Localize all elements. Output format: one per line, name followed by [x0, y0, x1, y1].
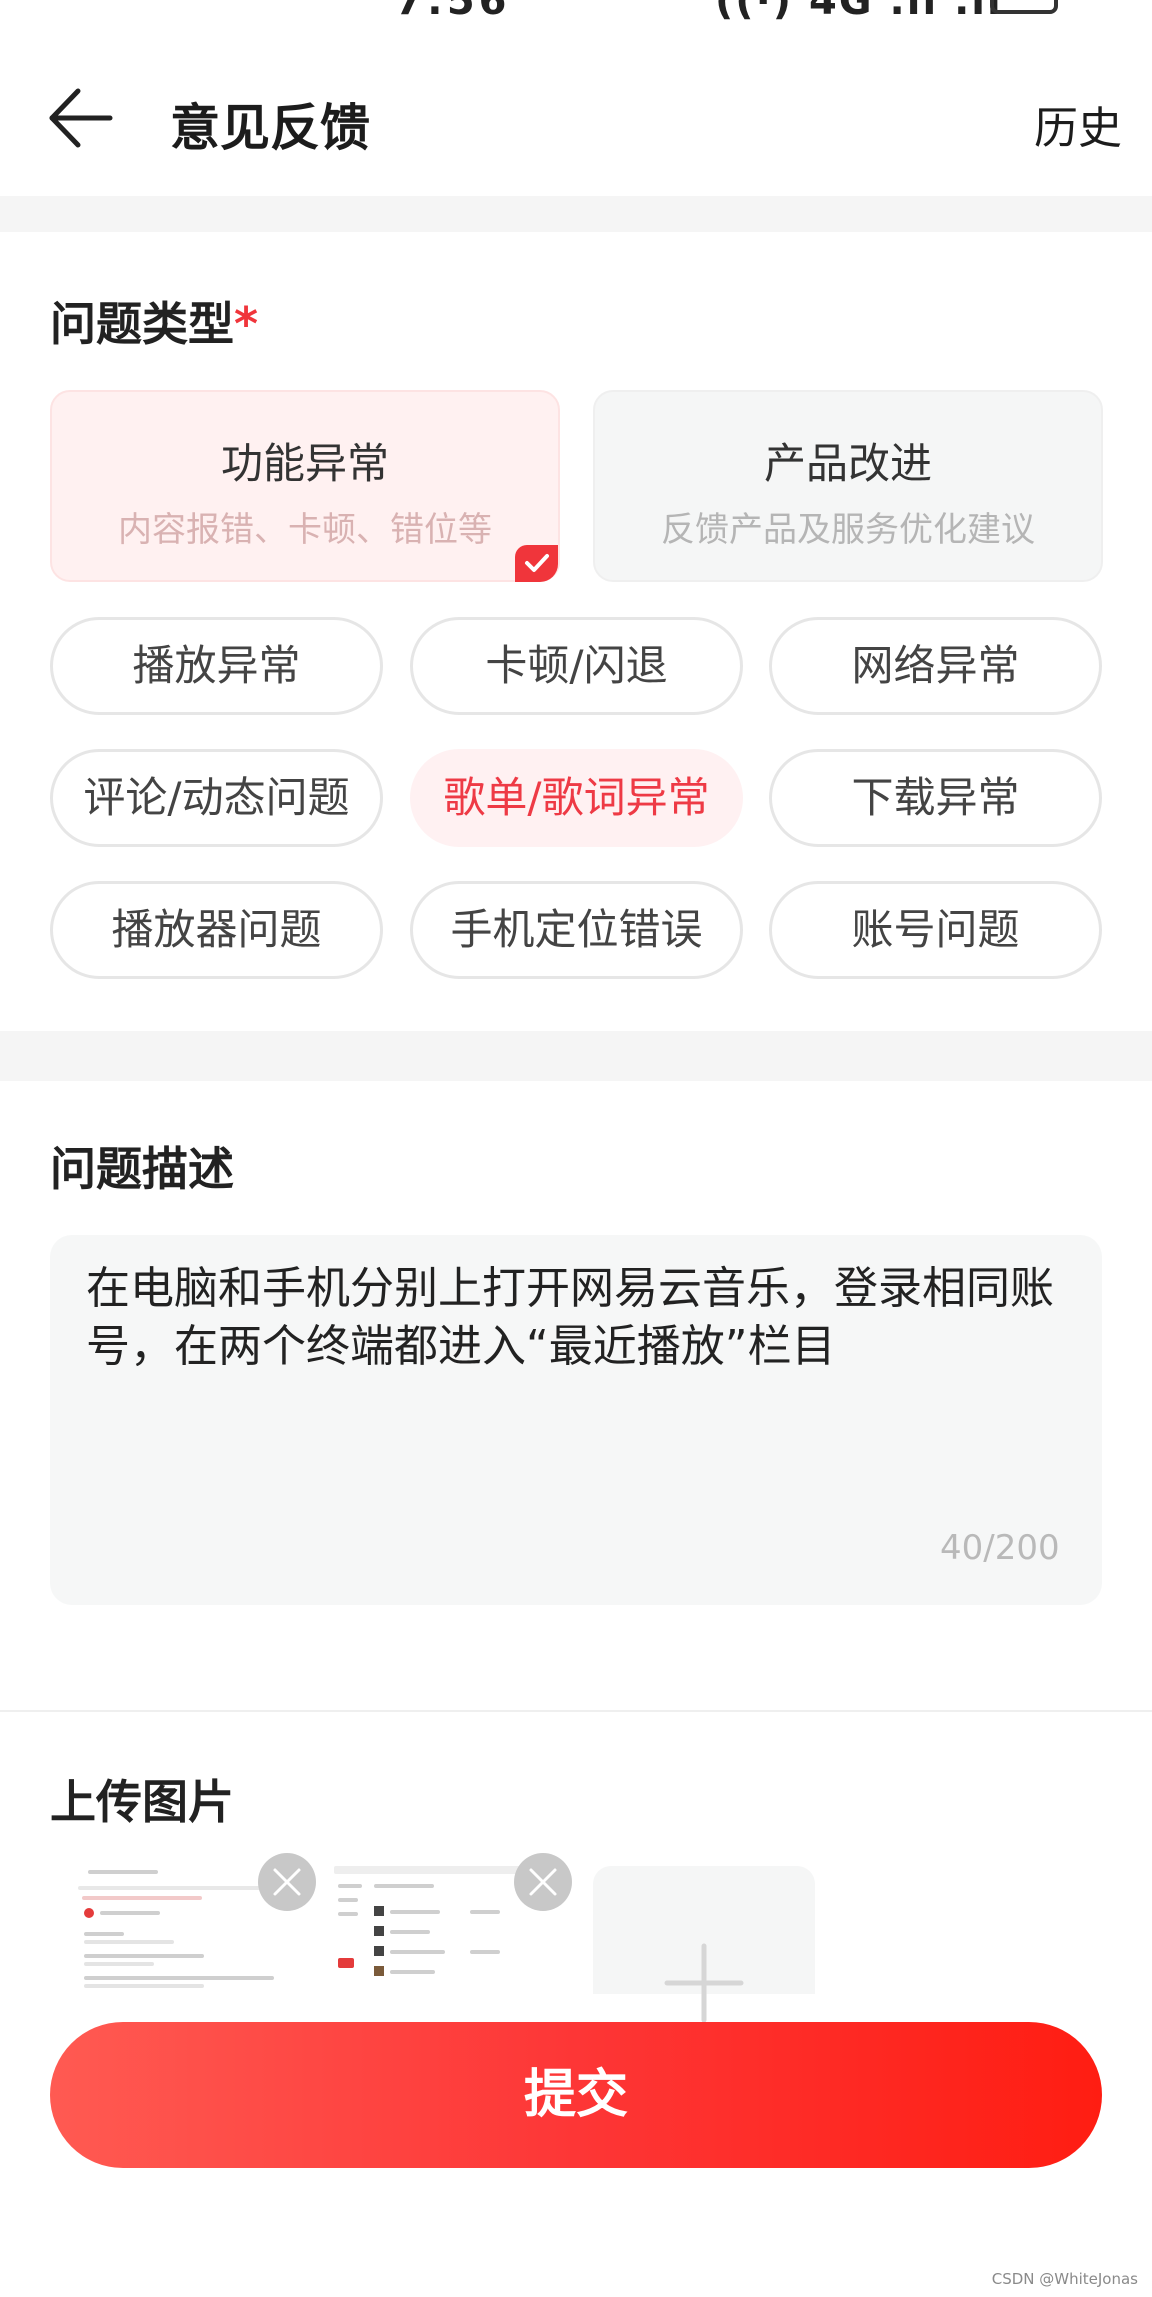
chip-playback-error[interactable]: 播放异常	[50, 617, 383, 715]
problem-type-title: 问题类型*	[50, 288, 258, 354]
category-subtitle: 反馈产品及服务优化建议	[661, 510, 1035, 550]
problem-type-label: 问题类型	[50, 297, 234, 351]
history-link[interactable]: 历史	[1034, 92, 1122, 156]
required-mark: *	[234, 297, 259, 351]
status-bar: 7:56 ((·) 4G .ıl .ıl	[0, 0, 1152, 24]
category-title: 功能异常	[220, 439, 389, 488]
section-divider	[0, 196, 1152, 232]
arrow-left-icon	[49, 88, 113, 148]
battery-icon	[990, 0, 1058, 14]
category-card-function-error[interactable]: 功能异常 内容报错、卡顿、错位等	[50, 390, 560, 582]
chip-network-error[interactable]: 网络异常	[769, 617, 1102, 715]
chip-playlist-lyrics-error[interactable]: 歌单/歌词异常	[410, 749, 743, 847]
description-text: 在电脑和手机分别上打开网易云音乐，登录相同账号，在两个终端都进入“最近播放”栏目	[86, 1263, 1054, 1372]
upload-title: 上传图片	[50, 1775, 234, 1829]
chip-account-issue[interactable]: 账号问题	[769, 881, 1102, 979]
divider-line	[0, 1710, 1152, 1712]
watermark: CSDN @WhiteJonas	[991, 2270, 1138, 2288]
chip-location-error[interactable]: 手机定位错误	[410, 881, 743, 979]
add-image-button[interactable]	[593, 1866, 815, 2023]
checkmark-icon	[515, 545, 558, 582]
category-subtitle: 内容报错、卡顿、错位等	[118, 510, 492, 550]
category-title: 产品改进	[763, 439, 932, 488]
signal-icon: ((·) 4G .ıl .ıl	[715, 0, 1003, 24]
remove-image-button[interactable]	[514, 1853, 572, 1911]
back-button[interactable]	[48, 85, 114, 151]
remove-image-button[interactable]	[258, 1853, 316, 1911]
status-time: 7:56	[395, 0, 511, 24]
close-icon	[529, 1868, 557, 1896]
chip-player-issue[interactable]: 播放器问题	[50, 881, 383, 979]
plus-icon	[664, 1943, 744, 2023]
submit-button[interactable]: 提交	[50, 2022, 1102, 2168]
character-counter: 40/200	[940, 1528, 1060, 1568]
category-card-product-improvement[interactable]: 产品改进 反馈产品及服务优化建议	[593, 390, 1103, 582]
page-title: 意见反馈	[170, 99, 370, 157]
close-icon	[273, 1868, 301, 1896]
section-divider	[0, 1031, 1152, 1081]
chip-download-error[interactable]: 下载异常	[769, 749, 1102, 847]
description-title: 问题描述	[50, 1142, 234, 1196]
chip-lag-crash[interactable]: 卡顿/闪退	[410, 617, 743, 715]
chip-comment-issue[interactable]: 评论/动态问题	[50, 749, 383, 847]
